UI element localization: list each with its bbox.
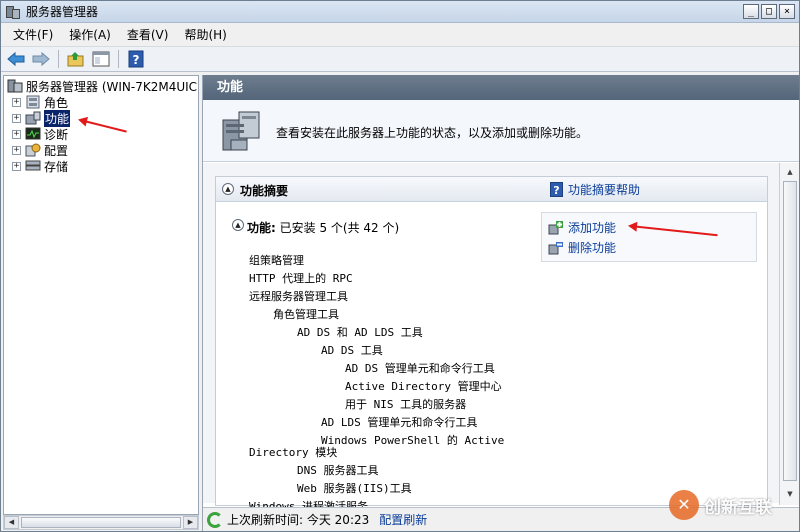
expand-icon[interactable]: + xyxy=(12,113,21,123)
list-item: 用于 NIS 工具的服务器 xyxy=(345,398,467,411)
list-item: Windows PowerShell 的 Active xyxy=(321,434,505,447)
tree-item-roles[interactable]: + 角色 xyxy=(12,94,68,110)
tree-item-label: 存储 xyxy=(44,159,69,174)
annotation-arrow xyxy=(79,119,127,133)
scroll-thumb[interactable] xyxy=(783,181,797,481)
expand-icon[interactable]: + xyxy=(12,161,21,171)
tree-item-label: 配置 xyxy=(44,143,69,158)
expand-icon[interactable]: + xyxy=(12,145,21,155)
server-icon xyxy=(7,79,23,93)
installed-label: 功能: xyxy=(247,221,276,235)
collapse-features-icon[interactable]: ▲ xyxy=(232,219,244,231)
features-server-icon xyxy=(217,106,265,154)
tree-item-label: 角色 xyxy=(44,95,69,110)
tree-item-diagnostics[interactable]: + 诊断 xyxy=(12,126,68,142)
svg-text:?: ? xyxy=(133,53,140,67)
watermark: ✕ 创新互联 xyxy=(669,485,799,525)
tree-item-configuration[interactable]: + 配置 xyxy=(12,142,68,158)
menu-view[interactable]: 查看(V) xyxy=(119,26,177,43)
expand-icon[interactable]: + xyxy=(12,97,21,107)
up-folder-icon xyxy=(67,52,84,67)
last-refresh-text: 上次刷新时间: 今天 20:23 xyxy=(227,513,370,527)
server-manager-window: 服务器管理器 _ □ × 文件(F) 操作(A) 查看(V) 帮助(H) ? 服… xyxy=(0,0,800,532)
diagnostics-icon xyxy=(25,127,41,141)
remove-features-label: 删除功能 xyxy=(568,241,617,255)
title-bar[interactable]: 服务器管理器 _ □ × xyxy=(1,1,799,23)
close-button[interactable]: × xyxy=(779,4,795,19)
navigation-tree: 服务器管理器 (WIN-7K2M4UIC7K + 角色 + 功能 + 诊断 + xyxy=(3,75,199,515)
help-button[interactable]: ? xyxy=(125,49,147,70)
remove-features-icon xyxy=(548,241,563,255)
toolbar-separator xyxy=(58,50,59,68)
installed-count: 功能: 已安装 5 个(共 42 个) xyxy=(247,219,399,236)
features-summary-section: ▲ 功能摘要 ? 功能摘要帮助 ▲ 功能: 已安装 5 个(共 42 个) 组策… xyxy=(215,176,768,513)
remove-features-link[interactable]: 删除功能 xyxy=(548,239,616,256)
scroll-right-icon[interactable]: ▶ xyxy=(183,516,198,529)
toolbar: ? xyxy=(1,46,799,72)
list-item: 组策略管理 xyxy=(249,254,304,267)
window-title: 服务器管理器 xyxy=(26,5,99,19)
content-vertical-scrollbar[interactable]: ▲ ▼ xyxy=(779,163,799,505)
list-item: Directory 模块 xyxy=(249,446,338,459)
actions-panel: 添加功能 删除功能 xyxy=(541,212,757,262)
list-item: AD DS 和 AD LDS 工具 xyxy=(297,326,423,339)
tree-root[interactable]: 服务器管理器 (WIN-7K2M4UIC7K xyxy=(7,78,199,94)
intro-description: 查看安装在此服务器上功能的状态，以及添加或删除功能。 xyxy=(276,126,589,140)
watermark-text: 创新互联 xyxy=(704,497,772,518)
pane-header: 功能 xyxy=(203,75,799,100)
back-button[interactable] xyxy=(5,49,27,70)
maximize-button[interactable]: □ xyxy=(761,4,777,19)
show-hide-tree-icon xyxy=(92,51,110,67)
tree-item-storage[interactable]: + 存储 xyxy=(12,158,68,174)
refresh-icon xyxy=(207,511,223,528)
roles-icon xyxy=(25,95,41,109)
intro-banner: 查看安装在此服务器上功能的状态，以及添加或删除功能。 xyxy=(203,100,799,162)
configuration-icon xyxy=(25,143,41,157)
list-item: 角色管理工具 xyxy=(273,308,339,321)
summary-scroll-area: ▲ 功能摘要 ? 功能摘要帮助 ▲ 功能: 已安装 5 个(共 42 个) 组策… xyxy=(203,163,779,513)
tree-root-label: 服务器管理器 (WIN-7K2M4UIC7K xyxy=(26,79,199,94)
menu-help[interactable]: 帮助(H) xyxy=(176,26,234,43)
list-item: DNS 服务器工具 xyxy=(297,464,379,477)
features-icon xyxy=(25,111,41,125)
scroll-thumb[interactable] xyxy=(21,517,181,528)
menu-bar: 文件(F) 操作(A) 查看(V) 帮助(H) xyxy=(1,24,799,45)
list-item: Active Directory 管理中心 xyxy=(345,380,502,393)
storage-icon xyxy=(25,159,41,173)
add-features-icon xyxy=(548,220,563,235)
tree-item-label: 功能 xyxy=(44,109,71,127)
scroll-up-icon[interactable]: ▲ xyxy=(783,165,797,179)
configure-refresh-link[interactable]: 配置刷新 xyxy=(379,511,427,528)
details-pane: 功能 查看安装在此服务器上功能的状态，以及添加或删除功能。 ▲ 功能摘要 ? 功… xyxy=(202,75,799,531)
add-features-label: 添加功能 xyxy=(568,221,617,235)
tree-item-label: 诊断 xyxy=(44,127,69,142)
help-book-icon: ? xyxy=(128,50,144,68)
menu-action[interactable]: 操作(A) xyxy=(61,26,119,43)
forward-button[interactable] xyxy=(30,49,52,70)
forward-arrow-icon xyxy=(32,51,50,67)
list-item: HTTP 代理上的 RPC xyxy=(249,272,353,285)
toolbar-separator xyxy=(118,50,119,68)
minimize-button[interactable]: _ xyxy=(743,4,759,19)
back-arrow-icon xyxy=(7,51,25,67)
menu-file[interactable]: 文件(F) xyxy=(5,26,61,43)
watermark-logo: ✕ xyxy=(669,490,699,520)
tree-item-features[interactable]: + 功能 xyxy=(12,109,71,127)
add-features-link[interactable]: 添加功能 xyxy=(548,219,616,236)
show-hide-tree-button[interactable] xyxy=(90,49,112,70)
list-item: AD DS 工具 xyxy=(321,344,383,357)
list-item: AD LDS 管理单元和命令行工具 xyxy=(321,416,478,429)
list-item: Web 服务器(IIS)工具 xyxy=(297,482,412,495)
list-item: AD DS 管理单元和命令行工具 xyxy=(345,362,495,375)
installed-value: 已安装 5 个(共 42 个) xyxy=(279,221,400,235)
expand-icon[interactable]: + xyxy=(12,129,21,139)
up-level-button[interactable] xyxy=(65,49,87,70)
scroll-left-icon[interactable]: ◀ xyxy=(4,516,19,529)
tree-horizontal-scrollbar[interactable]: ◀ ▶ xyxy=(3,515,199,530)
list-item: 远程服务器管理工具 xyxy=(249,290,348,303)
server-manager-icon xyxy=(5,4,21,20)
